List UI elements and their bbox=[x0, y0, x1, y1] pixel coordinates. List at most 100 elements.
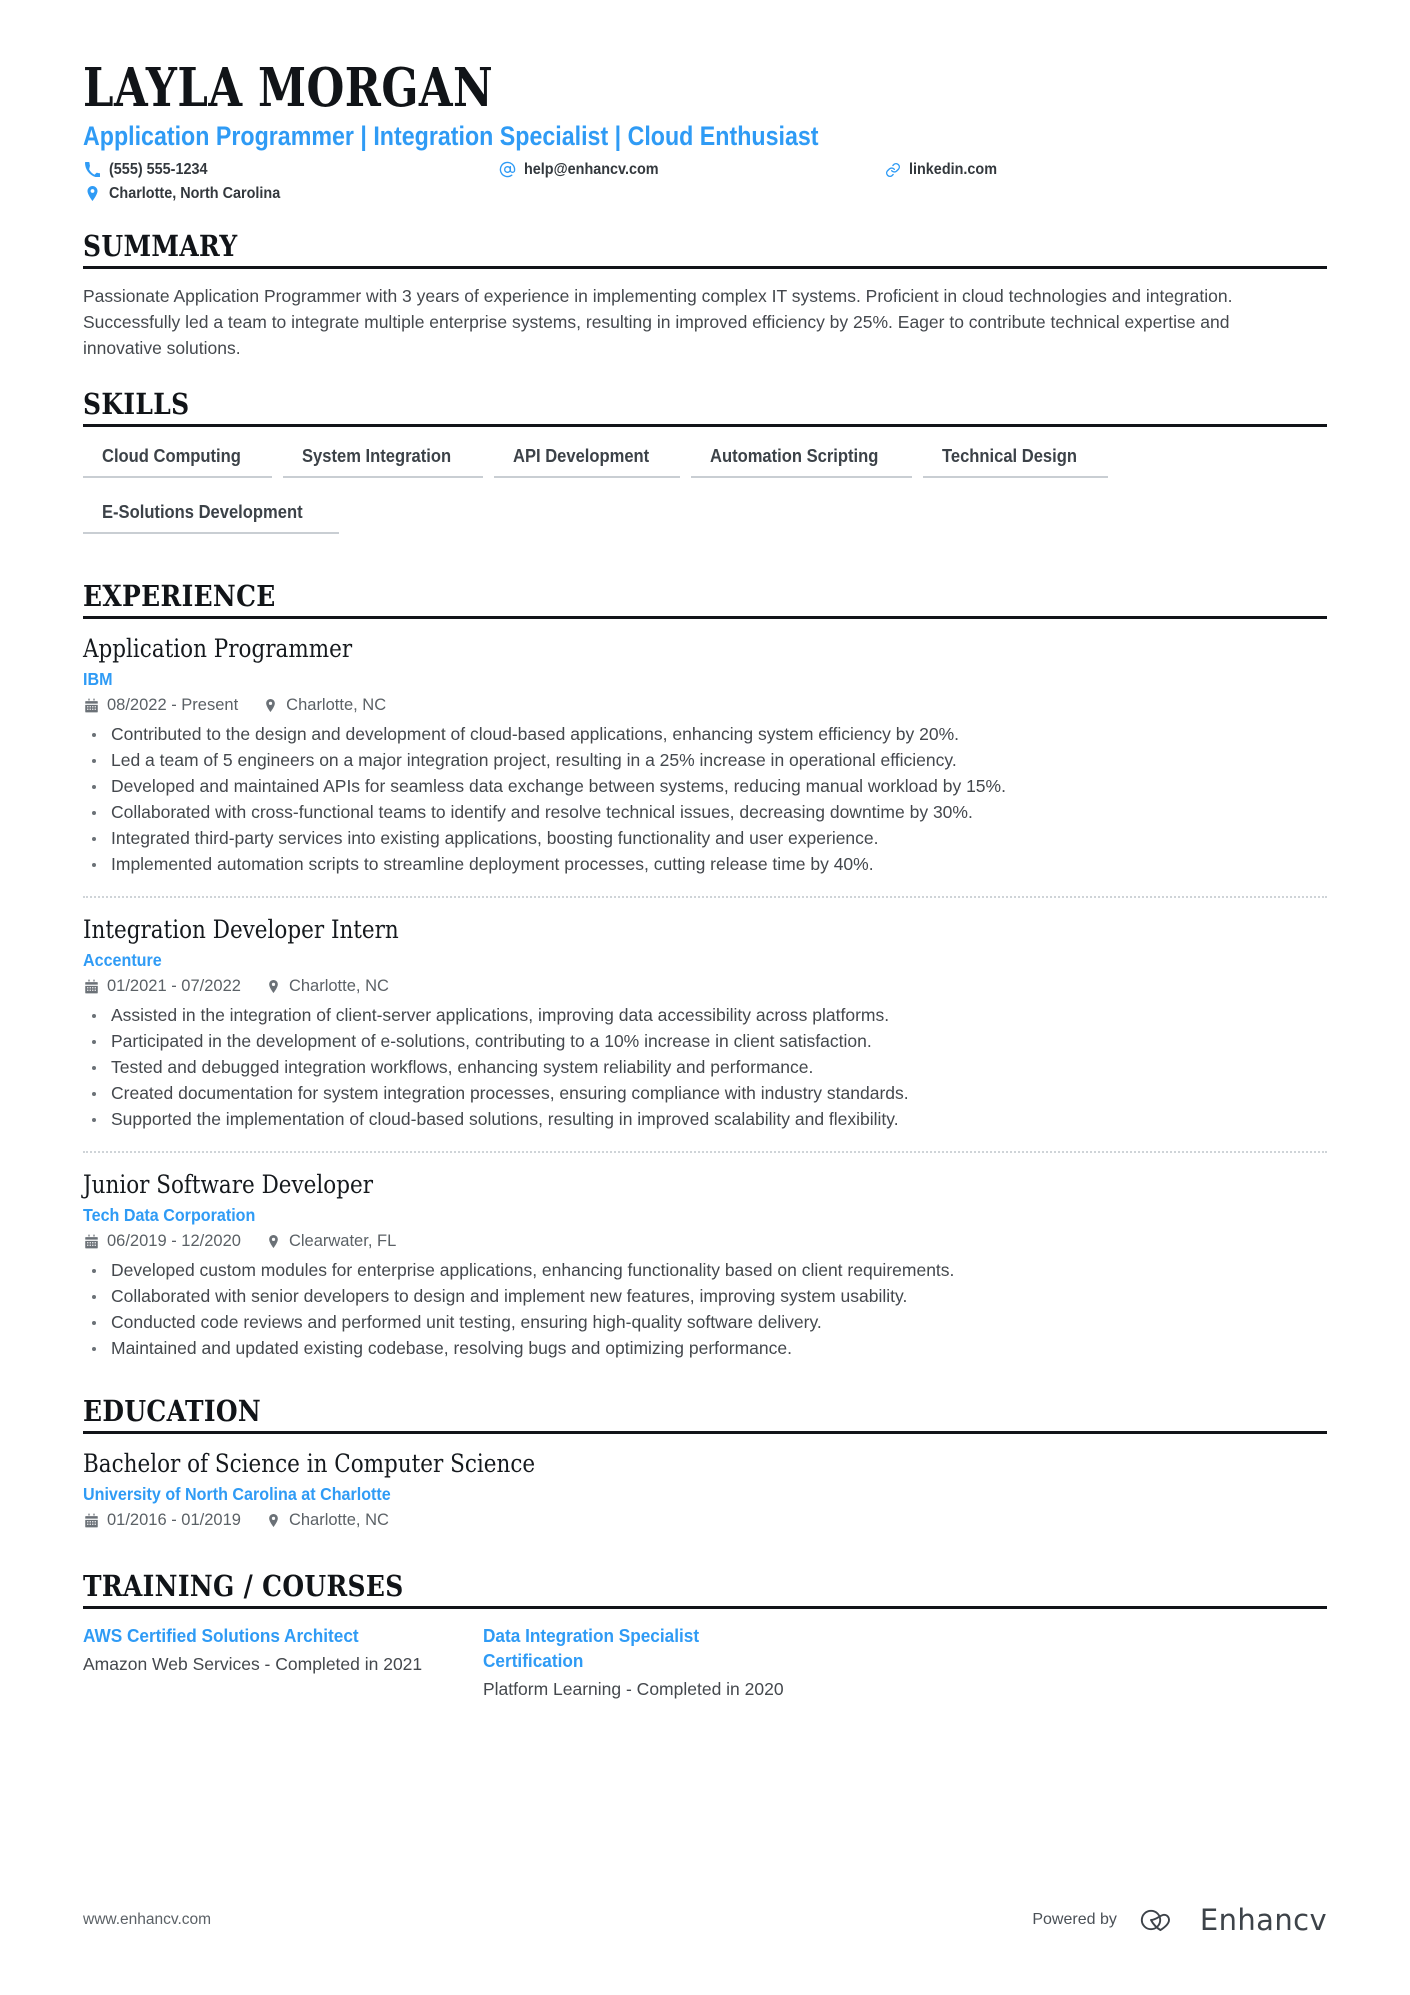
list-item: Created documentation for system integra… bbox=[83, 1081, 1327, 1106]
company-name[interactable]: Accenture bbox=[83, 949, 1327, 971]
skill-tag: System Integration bbox=[282, 441, 484, 478]
at-sign-icon bbox=[498, 160, 517, 179]
section-divider bbox=[83, 616, 1327, 619]
school-location: Charlotte, NC bbox=[265, 1510, 389, 1531]
responsibility-list: Developed custom modules for enterprise … bbox=[83, 1258, 1327, 1361]
page-title: LAYLA MORGAN bbox=[83, 57, 494, 119]
resume-page: LAYLA MORGAN Application Programmer | In… bbox=[0, 0, 1410, 1995]
company-label: Accenture bbox=[83, 950, 162, 970]
section-divider bbox=[83, 266, 1327, 269]
footer-branding: Powered by Enhancv bbox=[1032, 1903, 1327, 1937]
training-item: Data Integration Specialist Certificatio… bbox=[483, 1623, 823, 1702]
section-skills: SKILLS Cloud Computing System Integratio… bbox=[83, 387, 1327, 553]
skill-label: API Development bbox=[513, 446, 650, 466]
training-list: AWS Certified Solutions Architect Amazon… bbox=[83, 1623, 1327, 1702]
training-title[interactable]: AWS Certified Solutions Architect bbox=[83, 1623, 423, 1648]
section-title-skills: SKILLS bbox=[83, 387, 190, 421]
contact-location: Charlotte, North Carolina bbox=[83, 184, 498, 203]
phone-icon bbox=[83, 160, 102, 179]
section-title-experience: EXPERIENCE bbox=[83, 579, 276, 613]
calendar-icon bbox=[83, 1233, 100, 1250]
contact-linkedin[interactable]: linkedin.com bbox=[883, 160, 1083, 179]
experience-entry: Application Programmer IBM 08/2022 - Pre… bbox=[83, 633, 1327, 884]
powered-by-label: Powered by bbox=[1032, 1911, 1117, 1928]
job-location: Charlotte, NC bbox=[265, 976, 389, 997]
training-item: AWS Certified Solutions Architect Amazon… bbox=[83, 1623, 423, 1702]
education-entry: Bachelor of Science in Computer Science … bbox=[83, 1448, 1327, 1543]
training-description: Platform Learning - Completed in 2020 bbox=[483, 1679, 784, 1699]
contact-linkedin-value: linkedin.com bbox=[909, 161, 998, 178]
map-pin-icon bbox=[262, 697, 279, 714]
list-item: Supported the implementation of cloud-ba… bbox=[83, 1107, 1327, 1132]
responsibility-list: Assisted in the integration of client-se… bbox=[83, 1003, 1327, 1132]
list-item: Integrated third-party services into exi… bbox=[83, 826, 1327, 851]
job-title: Integration Developer Intern bbox=[83, 915, 399, 944]
job-title: Application Programmer bbox=[83, 634, 353, 663]
skill-label: Technical Design bbox=[942, 446, 1078, 466]
job-location-value: Clearwater, FL bbox=[288, 1232, 397, 1250]
enhancv-logo-icon bbox=[1140, 1909, 1170, 1932]
experience-entry: Junior Software Developer Tech Data Corp… bbox=[83, 1151, 1327, 1368]
company-name[interactable]: IBM bbox=[83, 668, 1327, 690]
list-item: Tested and debugged integration workflow… bbox=[83, 1055, 1327, 1080]
skill-label: E-Solutions Development bbox=[102, 502, 303, 522]
list-item: Led a team of 5 engineers on a major int… bbox=[83, 748, 1327, 773]
section-title-training: TRAINING / COURSES bbox=[83, 1569, 404, 1603]
contact-phone[interactable]: (555) 555-1234 bbox=[83, 160, 498, 179]
skills-list: Cloud Computing System Integration API D… bbox=[83, 441, 1327, 553]
section-divider bbox=[83, 1606, 1327, 1609]
experience-entry: Integration Developer Intern Accenture 0… bbox=[83, 896, 1327, 1139]
date-range-value: 01/2016 - 01/2019 bbox=[107, 1511, 241, 1529]
degree-title: Bachelor of Science in Computer Science bbox=[83, 1449, 536, 1478]
skill-tag: Automation Scripting bbox=[691, 441, 913, 478]
contact-row-primary: (555) 555-1234 help@enhancv.com linkedin… bbox=[83, 160, 1083, 179]
company-name[interactable]: Tech Data Corporation bbox=[83, 1204, 1327, 1226]
date-range-value: 06/2019 - 12/2020 bbox=[107, 1232, 241, 1250]
school-location-value: Charlotte, NC bbox=[288, 1511, 389, 1529]
resume-header: LAYLA MORGAN Application Programmer | In… bbox=[83, 58, 1327, 203]
list-item: Assisted in the integration of client-se… bbox=[83, 1003, 1327, 1028]
contact-email[interactable]: help@enhancv.com bbox=[498, 160, 883, 179]
skill-label: Automation Scripting bbox=[710, 446, 879, 466]
entry-meta: 01/2016 - 01/2019 Charlotte, NC bbox=[83, 1510, 1327, 1531]
calendar-icon bbox=[83, 697, 100, 714]
contact-email-value: help@enhancv.com bbox=[524, 161, 659, 178]
entry-meta: 06/2019 - 12/2020 Clearwater, FL bbox=[83, 1231, 1327, 1252]
skill-tag: Cloud Computing bbox=[83, 441, 272, 478]
list-item: Implemented automation scripts to stream… bbox=[83, 852, 1327, 877]
section-divider bbox=[83, 424, 1327, 427]
list-item: Participated in the development of e-sol… bbox=[83, 1029, 1327, 1054]
section-education: EDUCATION Bachelor of Science in Compute… bbox=[83, 1394, 1327, 1543]
footer-url[interactable]: www.enhancv.com bbox=[83, 1911, 211, 1929]
skill-tag: E-Solutions Development bbox=[83, 497, 340, 534]
entry-meta: 08/2022 - Present Charlotte, NC bbox=[83, 695, 1327, 716]
job-location: Clearwater, FL bbox=[265, 1231, 396, 1252]
section-experience: EXPERIENCE Application Programmer IBM 08… bbox=[83, 579, 1327, 1368]
page-footer: www.enhancv.com Powered by Enhancv bbox=[83, 1903, 1327, 1937]
job-location: Charlotte, NC bbox=[262, 695, 386, 716]
contact-details: (555) 555-1234 help@enhancv.com linkedin… bbox=[83, 160, 1083, 203]
school-name[interactable]: University of North Carolina at Charlott… bbox=[83, 1483, 1327, 1505]
professional-headline: Application Programmer | Integration Spe… bbox=[83, 121, 819, 151]
link-icon bbox=[883, 160, 902, 179]
section-title-summary: SUMMARY bbox=[83, 229, 238, 263]
training-title[interactable]: Data Integration Specialist Certificatio… bbox=[483, 1623, 823, 1673]
section-training: TRAINING / COURSES AWS Certified Solutio… bbox=[83, 1569, 1327, 1702]
skill-tag: Technical Design bbox=[923, 441, 1108, 478]
list-item: Collaborated with senior developers to d… bbox=[83, 1284, 1327, 1309]
date-range: 08/2022 - Present bbox=[83, 695, 238, 716]
date-range: 01/2021 - 07/2022 bbox=[83, 976, 241, 997]
map-pin-icon bbox=[265, 1512, 282, 1529]
job-title: Junior Software Developer bbox=[83, 1170, 373, 1199]
date-range: 06/2019 - 12/2020 bbox=[83, 1231, 241, 1252]
section-divider bbox=[83, 1431, 1327, 1434]
company-label: IBM bbox=[83, 669, 113, 689]
contact-location-value: Charlotte, North Carolina bbox=[109, 185, 281, 202]
training-description: Amazon Web Services - Completed in 2021 bbox=[83, 1654, 423, 1674]
school-label: University of North Carolina at Charlott… bbox=[83, 1484, 391, 1504]
list-item: Conducted code reviews and performed uni… bbox=[83, 1310, 1327, 1335]
job-location-value: Charlotte, NC bbox=[288, 977, 389, 995]
calendar-icon bbox=[83, 978, 100, 995]
map-pin-icon bbox=[265, 1233, 282, 1250]
date-range-value: 08/2022 - Present bbox=[107, 696, 239, 714]
